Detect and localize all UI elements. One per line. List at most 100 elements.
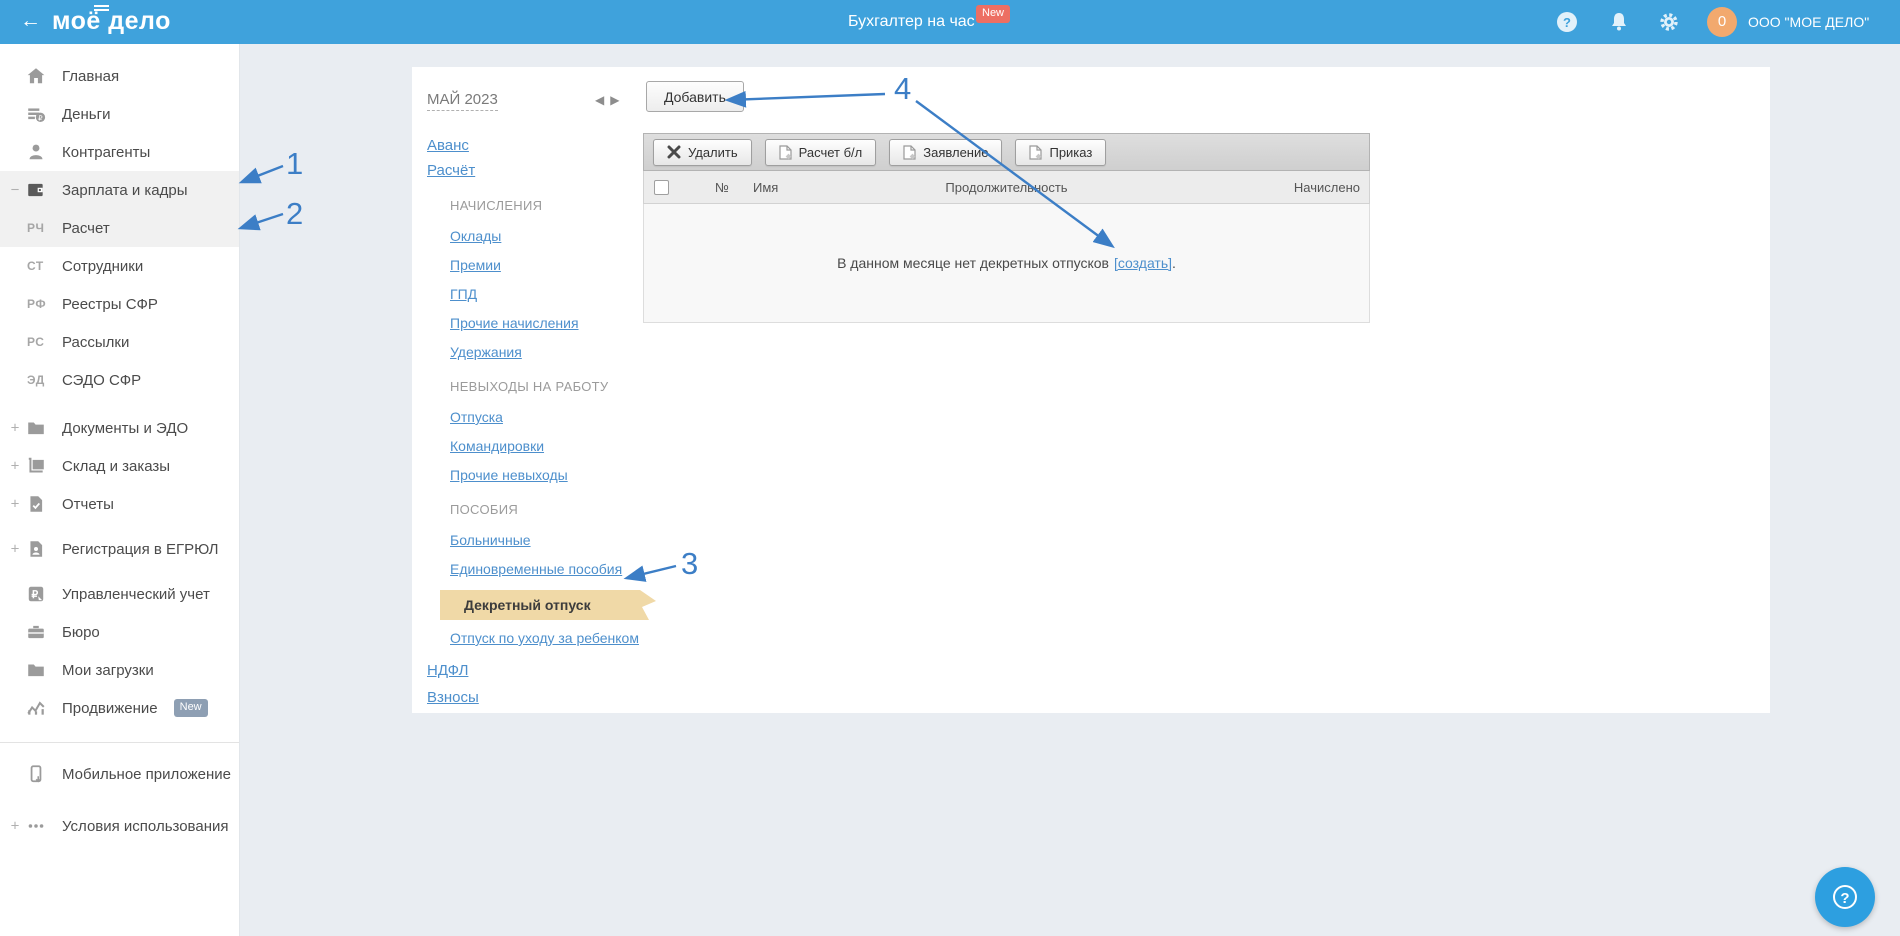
nav-link-ndfl[interactable]: НДФЛ: [427, 662, 468, 679]
nav-link-vznosy[interactable]: Взносы: [427, 689, 479, 706]
sidebar-item-reports[interactable]: + Отчеты: [0, 485, 239, 523]
nav-link-bonuses[interactable]: Премии: [450, 257, 501, 273]
annotation-arrow-2: [237, 212, 284, 231]
order-button[interactable]: Приказ: [1015, 138, 1107, 166]
main-content-card: МАЙ 2023 ◀▶ Добавить Аванс Расчёт НАЧИСЛ…: [412, 67, 1770, 713]
settings-gear-icon[interactable]: [1658, 11, 1680, 33]
sidebar-item-egrul-registration[interactable]: + Регистрация в ЕГРЮЛ: [0, 523, 239, 575]
mailings-code: РС: [27, 335, 45, 349]
money-icon: ₽: [26, 104, 46, 124]
month-nav: ◀▶: [595, 93, 625, 107]
sidebar-divider: [0, 742, 239, 743]
sidebar-item-sedo-sfr[interactable]: ЭД СЭДО СФР: [0, 361, 239, 399]
annotation-number-1: 1: [286, 146, 303, 181]
section-benefits: ПОСОБИЯ Больничные Единовременные пособи…: [427, 502, 656, 646]
document-icon: [903, 144, 916, 160]
home-icon: [26, 66, 46, 86]
back-arrow-icon[interactable]: ←: [20, 9, 41, 33]
sick-leave-calc-button[interactable]: Расчет б/л: [764, 138, 877, 166]
expand-plus-icon[interactable]: +: [9, 496, 21, 513]
sidebar-item-money[interactable]: ₽ Деньги: [0, 95, 239, 133]
person-icon: [26, 142, 46, 162]
sidebar-item-terms-of-use[interactable]: + Условия использования: [0, 800, 239, 852]
column-duration: Продолжительность: [945, 180, 1068, 195]
nav-link-other-accruals[interactable]: Прочие начисления: [450, 315, 579, 331]
logo-e-bars: [94, 5, 109, 11]
employees-code: СТ: [27, 259, 44, 273]
briefcase-icon: [26, 622, 46, 642]
nav-link-salaries[interactable]: Оклады: [450, 228, 501, 244]
sidebar-item-employees[interactable]: СТ Сотрудники: [0, 247, 239, 285]
create-link[interactable]: [создать]: [1114, 255, 1172, 271]
sidebar-item-warehouse-orders[interactable]: + Склад и заказы: [0, 447, 239, 485]
table-toolbar: Удалить Расчет б/л Заявление Приказ: [643, 133, 1370, 171]
nav-link-one-time-benefits[interactable]: Единовременные пособия: [450, 561, 622, 577]
notifications-bell-icon[interactable]: [1608, 11, 1630, 33]
svg-text:₽: ₽: [32, 589, 39, 601]
table-empty-state: В данном месяце нет декретных отпусков […: [643, 204, 1370, 323]
nav-link-deductions[interactable]: Удержания: [450, 344, 522, 360]
nav-link-sick-leave[interactable]: Больничные: [450, 532, 531, 548]
sedo-sfr-code: ЭД: [27, 373, 45, 387]
wallet-icon: [26, 180, 46, 200]
month-selector[interactable]: МАЙ 2023: [427, 91, 498, 111]
question-mark-icon: ?: [1833, 885, 1857, 909]
sfr-registers-code: РФ: [27, 297, 47, 311]
section-title-accruals: НАЧИСЛЕНИЯ: [450, 198, 543, 213]
avatar[interactable]: 0: [1707, 7, 1737, 37]
column-accrued: Начислено: [1293, 180, 1360, 195]
sidebar-item-documents-edo[interactable]: + Документы и ЭДО: [0, 409, 239, 447]
app-logo[interactable]: моё дело: [52, 5, 171, 36]
sidebar-item-management-accounting[interactable]: ₽ Управленческий учет: [0, 575, 239, 613]
app-header: ← моё дело Бухгалтер на час New ? 0 ООО …: [0, 0, 1900, 44]
sidebar-item-salary-hr[interactable]: − Зарплата и кадры: [0, 171, 239, 209]
delete-button[interactable]: Удалить: [653, 138, 752, 166]
nav-link-other-absences[interactable]: Прочие невыходы: [450, 467, 568, 483]
tab-avans[interactable]: Аванс: [427, 137, 469, 154]
sidebar-item-raschet[interactable]: РЧ Расчет: [0, 209, 239, 247]
nav-link-childcare-leave[interactable]: Отпуск по уходу за ребенком: [450, 630, 639, 646]
expand-plus-icon[interactable]: +: [9, 818, 21, 835]
expand-plus-icon[interactable]: +: [9, 420, 21, 437]
expand-plus-icon[interactable]: +: [9, 541, 21, 558]
collapse-minus-icon[interactable]: −: [9, 182, 21, 199]
prev-month-icon[interactable]: ◀: [595, 93, 610, 107]
sidebar-item-home[interactable]: Главная: [0, 57, 239, 95]
help-fab-button[interactable]: ?: [1815, 867, 1875, 927]
sidebar-item-promotion[interactable]: Продвижение New: [0, 689, 239, 727]
add-button[interactable]: Добавить: [646, 81, 744, 112]
sidebar-item-mobile-app[interactable]: Мобильное приложение: [0, 748, 239, 800]
next-month-icon[interactable]: ▶: [610, 93, 625, 107]
section-accruals: НАЧИСЛЕНИЯ Оклады Премии ГПД Прочие начи…: [427, 198, 649, 360]
app-logo-text: моё дело: [52, 7, 171, 35]
delete-x-icon: [667, 145, 681, 159]
document-icon: [1029, 144, 1043, 160]
sidebar-item-mailings[interactable]: РС Рассылки: [0, 323, 239, 361]
svg-text:₽: ₽: [38, 113, 43, 122]
registration-icon: [26, 539, 46, 559]
sidebar-item-bureau[interactable]: Бюро: [0, 613, 239, 651]
warehouse-icon: [26, 456, 46, 476]
mobile-phone-icon: [26, 764, 46, 784]
table-header-row: № Имя Продолжительность Начислено: [643, 171, 1370, 204]
svg-text:?: ?: [1563, 15, 1571, 30]
payroll-nav: Аванс Расчёт НАЧИСЛЕНИЯ Оклады Премии ГП…: [427, 137, 656, 706]
maternity-table: Удалить Расчет б/л Заявление Приказ № Им…: [643, 133, 1370, 323]
company-name[interactable]: ООО "МОЕ ДЕЛО": [1748, 0, 1869, 44]
nav-link-gpd[interactable]: ГПД: [450, 286, 477, 302]
sidebar-item-my-downloads[interactable]: Мои загрузки: [0, 651, 239, 689]
nav-link-vacations[interactable]: Отпуска: [450, 409, 503, 425]
dots-icon: [26, 816, 46, 836]
section-title-absences: НЕВЫХОДЫ НА РАБОТУ: [450, 379, 609, 394]
sidebar-item-contractors[interactable]: Контрагенты: [0, 133, 239, 171]
help-icon[interactable]: ?: [1556, 11, 1578, 33]
section-title-benefits: ПОСОБИЯ: [450, 502, 519, 517]
nav-link-maternity-leave-active[interactable]: Декретный отпуск: [440, 590, 656, 620]
accountant-per-hour-label: Бухгалтер на час: [848, 13, 975, 30]
accountant-per-hour-link[interactable]: Бухгалтер на час New: [848, 0, 1011, 44]
application-button[interactable]: Заявление: [889, 138, 1003, 166]
nav-link-business-trips[interactable]: Командировки: [450, 438, 544, 454]
sidebar-item-sfr-registers[interactable]: РФ Реестры СФР: [0, 285, 239, 323]
tab-raschet[interactable]: Расчёт: [427, 162, 475, 179]
expand-plus-icon[interactable]: +: [9, 458, 21, 475]
